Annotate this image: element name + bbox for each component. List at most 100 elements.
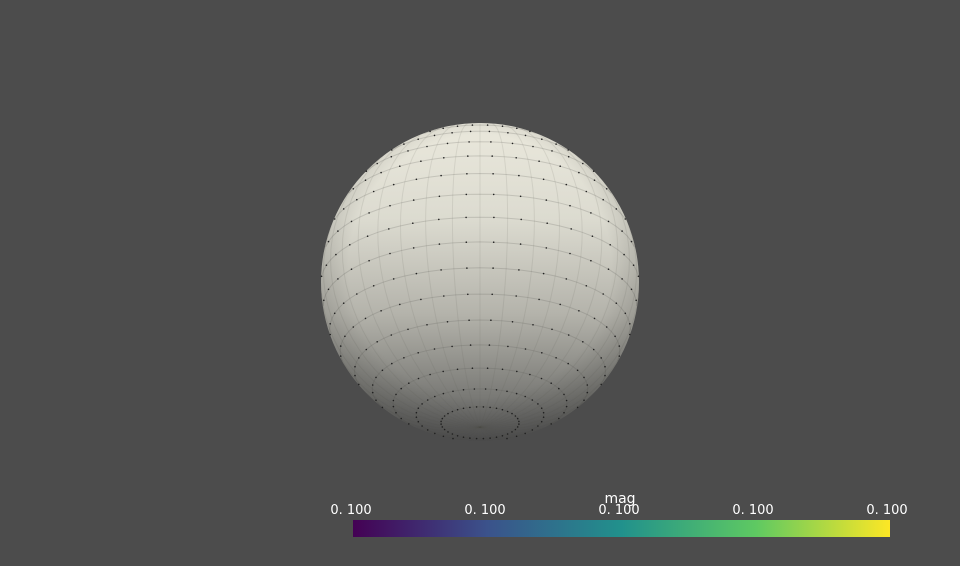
point-glyph [621,278,623,280]
point-glyph [392,405,395,408]
point-glyph [426,429,429,431]
point-glyph [467,155,469,157]
point-glyph [630,240,633,243]
point-glyph [495,436,498,439]
point-glyph [443,295,445,297]
point-glyph [395,393,397,396]
point-glyph [518,420,520,423]
point-glyph [468,319,470,322]
point-glyph [368,259,370,262]
point-glyph [637,275,640,278]
point-glyph [467,293,469,296]
point-glyph [565,278,568,280]
point-glyph [354,374,356,377]
point-glyph [605,326,608,328]
point-glyph [545,247,548,249]
point-glyph [456,125,459,127]
sphere-render[interactable] [0,0,960,566]
point-glyph [492,267,494,269]
point-glyph [537,403,539,405]
point-glyph [465,193,468,196]
point-glyph [433,348,436,350]
point-glyph [515,295,517,297]
point-glyph [516,417,519,420]
point-glyph [501,125,504,127]
point-glyph [451,410,454,413]
point-glyph [583,399,585,402]
point-glyph [486,124,489,126]
point-glyph [506,390,508,393]
point-glyph [591,235,594,237]
point-glyph [364,179,367,181]
point-glyph [511,142,514,145]
point-glyph [352,326,355,328]
point-glyph [375,399,377,402]
point-glyph [438,195,441,198]
point-glyph [590,259,592,262]
point-glyph [602,293,604,295]
point-glyph [392,183,395,186]
point-glyph [349,244,351,246]
point-glyph [447,431,449,433]
point-glyph [493,216,495,219]
point-glyph [447,412,449,415]
point-glyph [567,155,570,158]
point-glyph [451,132,453,134]
point-glyph [563,411,565,414]
point-glyph [511,321,514,323]
point-glyph [426,145,428,148]
point-glyph [442,392,445,395]
point-glyph [551,328,553,331]
point-glyph [484,388,487,390]
point-glyph [609,244,611,246]
point-glyph [417,377,420,380]
point-glyph [451,433,454,435]
point-glyph [403,143,405,145]
point-glyph [412,247,415,249]
point-glyph [600,357,602,359]
point-glyph [614,335,616,338]
point-glyph [446,321,449,323]
point-glyph [381,369,384,372]
point-glyph [471,367,474,370]
point-glyph [376,341,379,343]
scalar-bar-tick-label: 0. 100 [732,503,774,518]
point-glyph [421,403,423,405]
point-glyph [600,383,602,386]
point-glyph [563,393,565,396]
point-glyph [358,383,360,386]
scalar-bar[interactable]: mag 0. 100 0. 100 0. 100 0. 100 0. 100 [330,490,910,550]
point-glyph [442,370,445,373]
point-glyph [538,160,540,162]
point-glyph [515,157,517,159]
point-glyph [434,432,436,435]
point-glyph [491,293,494,296]
point-glyph [356,293,358,295]
point-glyph [576,369,579,372]
render-viewport[interactable]: mag 0. 100 0. 100 0. 100 0. 100 0. 100 [0,0,960,566]
point-glyph [412,199,415,201]
point-glyph [415,178,418,181]
point-glyph [531,429,534,431]
point-glyph [368,212,370,214]
point-glyph [389,252,391,255]
point-glyph [468,141,470,143]
point-glyph [371,384,374,386]
point-glyph [567,149,569,151]
point-glyph [451,345,453,348]
point-glyph [403,357,405,359]
point-glyph [585,285,588,287]
point-glyph [465,241,468,243]
point-glyph [514,415,517,417]
point-glyph [632,264,635,267]
point-glyph [604,374,606,377]
point-glyph [456,408,459,411]
point-glyph [630,288,633,291]
point-glyph [607,268,610,271]
point-glyph [593,179,596,181]
point-glyph [546,222,548,224]
point-glyph [429,130,431,133]
point-glyph [471,124,474,126]
point-glyph [443,415,446,417]
point-glyph [352,188,355,190]
